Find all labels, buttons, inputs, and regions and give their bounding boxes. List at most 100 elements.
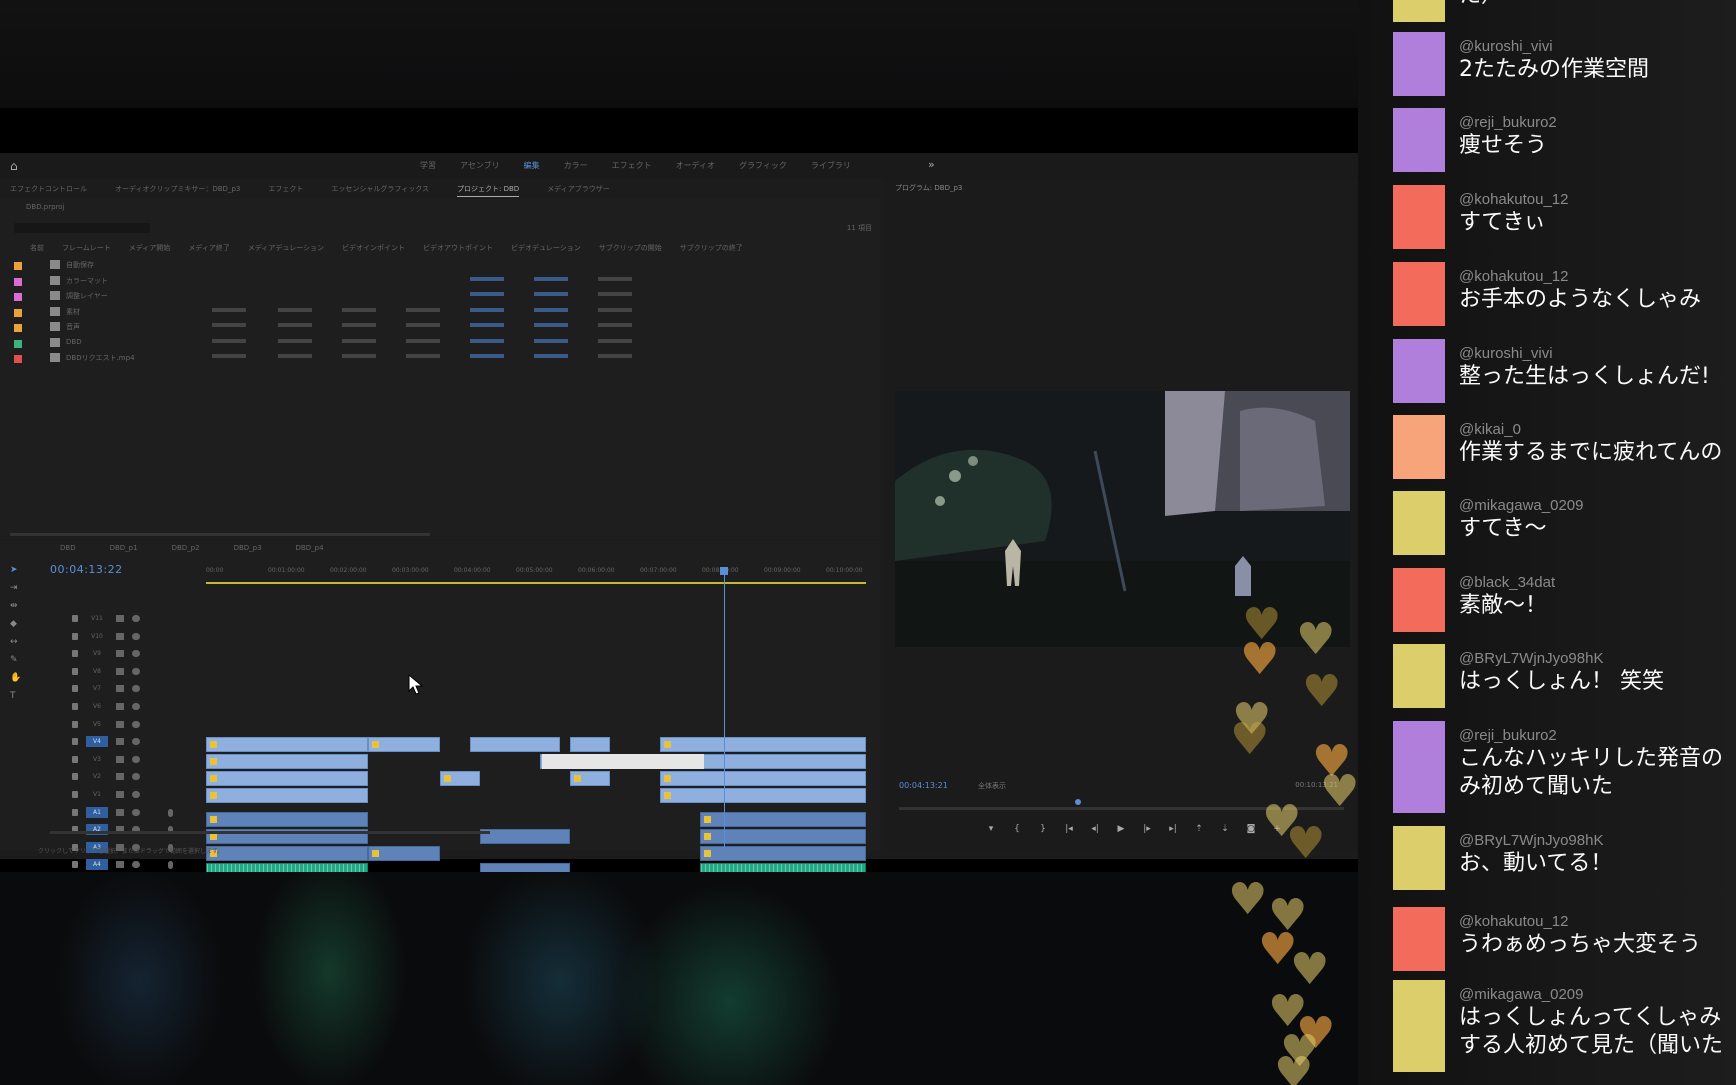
track-sync-icon[interactable] — [116, 667, 124, 675]
workspace-tab[interactable]: 編集 — [524, 160, 540, 171]
track-lock-icon[interactable] — [72, 685, 78, 693]
program-zoom-select[interactable]: 全体表示 — [978, 781, 1006, 791]
track-eye-icon[interactable] — [132, 650, 140, 658]
panel-tab[interactable]: エッセンシャルグラフィックス — [331, 181, 429, 197]
track-eye-icon[interactable] — [132, 632, 140, 640]
program-timecode[interactable]: 00:04:13:21 — [899, 781, 948, 790]
avatar[interactable] — [1393, 339, 1445, 403]
track-name[interactable]: V6 — [86, 701, 108, 712]
track-lock-icon[interactable] — [72, 720, 78, 728]
panel-tab[interactable]: エフェクトコントロール — [10, 181, 87, 197]
video-clip[interactable] — [206, 771, 368, 786]
project-column-header[interactable]: 名前 — [30, 243, 44, 253]
home-icon[interactable]: ⌂ — [10, 159, 24, 173]
avatar[interactable] — [1393, 185, 1445, 249]
chat-username[interactable]: @kikai_0 — [1459, 421, 1521, 438]
track-lock-icon[interactable] — [72, 773, 78, 781]
razor-tool-icon[interactable]: ◆ — [10, 619, 22, 629]
avatar[interactable] — [1393, 568, 1445, 632]
video-clip[interactable] — [368, 737, 440, 752]
hand-tool-icon[interactable]: ✋ — [10, 673, 22, 683]
sequence-tab[interactable]: DBD_p4 — [296, 544, 324, 552]
track-lock-icon[interactable] — [72, 738, 78, 746]
play-icon[interactable]: ▶ — [1115, 824, 1127, 834]
video-clip[interactable] — [440, 771, 480, 786]
lift-icon[interactable]: ⇡ — [1193, 824, 1205, 834]
mark-in-icon[interactable]: ▾ — [985, 824, 997, 834]
workspace-tab[interactable]: グラフィック — [739, 160, 787, 171]
track-name[interactable]: V1 — [86, 789, 108, 800]
workspace-tab[interactable]: ライブラリ — [811, 160, 851, 171]
track-name[interactable]: A4 — [86, 859, 108, 871]
project-column-header[interactable]: ビデオインポイント — [342, 243, 405, 253]
mark-out-bracket-icon[interactable]: } — [1037, 824, 1049, 834]
video-clip[interactable] — [470, 737, 560, 752]
avatar[interactable] — [1393, 32, 1445, 96]
chat-username[interactable]: @mikagawa_0209 — [1459, 497, 1583, 514]
sequence-tab[interactable]: DBD_p1 — [110, 544, 138, 552]
avatar[interactable] — [1393, 826, 1445, 890]
project-row[interactable]: 音声 — [12, 321, 872, 335]
track-eye-icon[interactable] — [132, 667, 140, 675]
track-name[interactable]: V4 — [86, 736, 108, 748]
avatar[interactable] — [1393, 491, 1445, 555]
avatar[interactable] — [1393, 980, 1445, 1072]
selection-tool-icon[interactable]: ➤ — [10, 565, 22, 575]
timeline-scrollbar[interactable] — [50, 831, 490, 834]
extract-icon[interactable]: ⇣ — [1219, 824, 1231, 834]
avatar[interactable] — [1393, 644, 1445, 708]
project-row[interactable]: 調整レイヤー — [12, 290, 872, 304]
track-sync-icon[interactable] — [116, 791, 124, 798]
type-tool-icon[interactable]: T — [10, 691, 22, 701]
track-name[interactable]: A1 — [86, 806, 108, 818]
project-column-header[interactable]: メディア開始 — [129, 243, 171, 253]
program-scrubber-head[interactable] — [1075, 799, 1081, 805]
chat-username[interactable]: @mikagawa_0209 — [1459, 986, 1583, 1003]
slip-tool-icon[interactable]: ↔ — [10, 637, 22, 647]
track-eye-icon[interactable] — [132, 685, 140, 693]
track-lock-icon[interactable] — [72, 632, 78, 640]
track-lock-icon[interactable] — [72, 650, 78, 658]
ripple-edit-tool-icon[interactable]: ⇹ — [10, 601, 22, 611]
chat-username[interactable]: @reji_bukuro2 — [1459, 114, 1557, 131]
workspace-tab[interactable]: エフェクト — [612, 160, 652, 171]
track-lock-icon[interactable] — [72, 861, 78, 869]
timeline-timecode[interactable]: 00:04:13:22 — [50, 563, 123, 576]
chat-username[interactable]: @kuroshi_vivi — [1459, 38, 1553, 55]
track-name[interactable]: V10 — [86, 631, 108, 642]
project-column-header[interactable]: メディアデュレーション — [248, 243, 324, 253]
chat-username[interactable]: @kohakutou_12 — [1459, 268, 1568, 285]
track-eye-icon[interactable] — [132, 755, 140, 763]
track-eye-icon[interactable] — [132, 720, 140, 728]
track-sync-icon[interactable] — [116, 615, 124, 622]
track-name[interactable]: V8 — [86, 666, 108, 677]
more-workspaces-icon[interactable]: » — [928, 158, 935, 171]
track-name[interactable]: V3 — [86, 754, 108, 765]
project-column-header[interactable]: サブクリップの開始 — [599, 243, 662, 253]
project-column-header[interactable]: ビデオアウトポイント — [423, 243, 493, 253]
track-sync-icon[interactable] — [116, 632, 124, 640]
track-lock-icon[interactable] — [72, 755, 78, 763]
track-name[interactable]: V2 — [86, 771, 108, 782]
track-eye-icon[interactable] — [132, 773, 140, 781]
step-forward-icon[interactable]: |▸ — [1141, 824, 1153, 834]
track-name[interactable]: V9 — [86, 648, 108, 659]
track-mute-icon[interactable] — [132, 808, 140, 816]
step-back-icon[interactable]: ◂| — [1089, 824, 1101, 834]
avatar[interactable] — [1393, 907, 1445, 971]
pen-tool-icon[interactable]: ✎ — [10, 655, 22, 665]
avatar[interactable] — [1393, 262, 1445, 326]
track-eye-icon[interactable] — [132, 738, 140, 746]
video-clip[interactable] — [570, 771, 610, 786]
panel-tab[interactable]: プロジェクト: DBD — [457, 181, 520, 197]
track-name[interactable]: V7 — [86, 683, 108, 694]
video-clip[interactable] — [660, 737, 866, 752]
track-lock-icon[interactable] — [72, 808, 78, 816]
project-column-header[interactable]: フレームレート — [62, 243, 111, 253]
panel-tab[interactable]: オーディオクリップミキサー：DBD_p3 — [115, 181, 240, 197]
panel-tab[interactable]: メディアブラウザー — [547, 181, 610, 197]
chat-username[interactable]: @BRyL7WjnJyo98hK — [1459, 832, 1603, 849]
video-clip[interactable] — [570, 737, 610, 752]
video-clip[interactable] — [206, 754, 368, 769]
chat-username[interactable]: @kohakutou_12 — [1459, 191, 1568, 208]
